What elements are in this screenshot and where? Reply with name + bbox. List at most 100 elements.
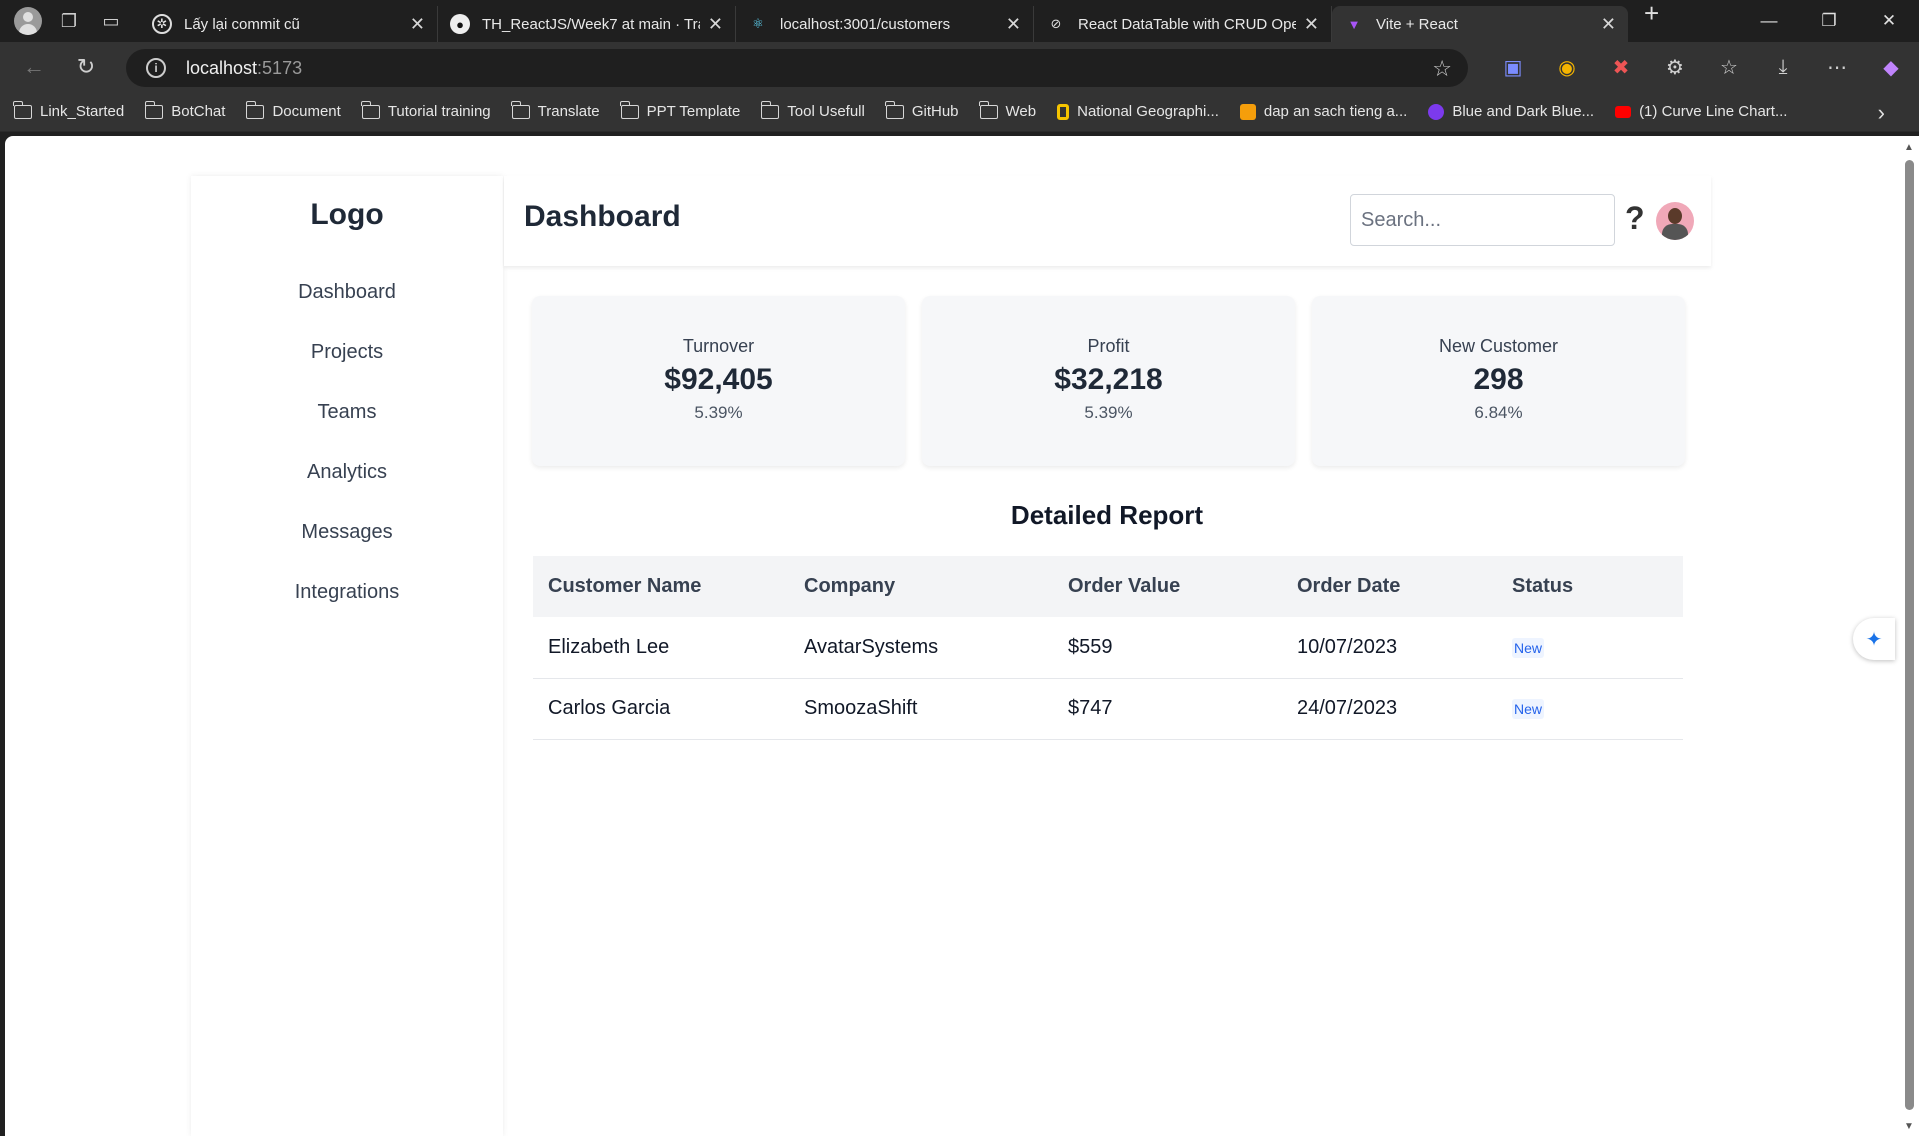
sidebar-item-teams[interactable]: Teams (191, 382, 503, 442)
document-icon (1239, 103, 1256, 120)
page-header: Dashboard ? (504, 176, 1711, 266)
natgeo-icon (1057, 103, 1070, 120)
table-row[interactable]: Elizabeth Lee AvatarSystems $559 10/07/2… (533, 617, 1683, 679)
help-icon[interactable]: ? (1625, 200, 1645, 237)
new-tab-icon[interactable]: + (1644, 0, 1659, 42)
downloads-icon[interactable]: ⤓ (1765, 50, 1801, 84)
bookmark-link[interactable]: (1) Curve Line Chart... (1615, 103, 1787, 120)
tab-title: Lấy lại commit cũ (184, 15, 300, 33)
status-cell: New (1497, 678, 1683, 740)
window-controls: — ❐ ✕ (1739, 0, 1919, 42)
stat-card-profit: Profit $32,218 5.39% (922, 296, 1295, 466)
company-cell: AvatarSystems (789, 617, 1053, 679)
bookmark-label: dap an sach tieng a... (1263, 103, 1408, 120)
browser-tab[interactable]: ⚛ localhost:3001/customers ✕ (736, 6, 1034, 42)
vite-icon: ▼ (1347, 16, 1361, 32)
bookmark-folder[interactable]: Document (245, 100, 341, 120)
bookmark-folder[interactable]: Link_Started (13, 100, 124, 120)
bookmark-label: PPT Template (646, 103, 741, 120)
column-header[interactable]: Order Value (1053, 556, 1282, 617)
copilot-icon[interactable]: ◆ (1873, 50, 1909, 84)
address-bar[interactable]: i localhost:5173 ☆ (126, 49, 1468, 87)
avatar[interactable] (1656, 202, 1694, 240)
profile-icon[interactable] (14, 7, 42, 35)
report-title: Detailed Report (1010, 500, 1204, 530)
folder-icon (620, 100, 639, 119)
sidebar-item-messages[interactable]: Messages (191, 502, 503, 562)
browser-tab[interactable]: ● TH_ReactJS/Week7 at main · Trang ✕ (438, 6, 736, 42)
close-tab-icon[interactable]: ✕ (410, 14, 425, 35)
column-header[interactable]: Status (1497, 556, 1683, 617)
browser-tab[interactable]: ✲ Lấy lại commit cũ ✕ (140, 6, 438, 42)
bookmark-folder[interactable]: Tool Usefull (760, 100, 865, 120)
vertical-tabs-icon[interactable]: ▭ (96, 6, 126, 36)
favorites-icon[interactable]: ☆ (1711, 50, 1747, 84)
bookmark-link[interactable]: Blue and Dark Blue... (1428, 103, 1594, 120)
company-cell: SmoozaShift (789, 678, 1053, 740)
more-options-icon[interactable]: ⋯ (1819, 50, 1855, 84)
bookmark-folder[interactable]: BotChat (144, 100, 226, 120)
sidebar: Logo Dashboard Projects Teams Analytics … (191, 176, 503, 1136)
close-tab-icon[interactable]: ✕ (1304, 14, 1319, 35)
card-percent: 6.84% (1474, 403, 1523, 422)
canva-icon (1428, 103, 1445, 120)
extensions-puzzle-icon[interactable]: ⚙ (1657, 50, 1693, 84)
restore-icon[interactable]: ❐ (1799, 0, 1859, 42)
bookmark-label: GitHub (911, 103, 959, 120)
folder-icon (13, 100, 32, 119)
bookmark-label: Translate (537, 103, 600, 120)
scroll-down-icon[interactable]: ▼ (1904, 1121, 1914, 1132)
bookmarks-bar: Link_Started BotChat Document Tutorial t… (0, 92, 1919, 132)
browser-tab-active[interactable]: ▼ Vite + React ✕ (1332, 6, 1628, 42)
table-row[interactable]: Carlos Garcia SmoozaShift $747 24/07/202… (533, 678, 1683, 740)
close-window-icon[interactable]: ✕ (1859, 0, 1919, 42)
close-tab-icon[interactable]: ✕ (708, 14, 723, 35)
card-value: $92,405 (664, 363, 773, 396)
address-toolbar: ← ↻ i localhost:5173 ☆ ▣ ◉ ✖ ⚙ ☆ ⤓ ⋯ ◆ (0, 42, 1919, 92)
site-info-icon[interactable]: i (146, 58, 166, 78)
status-badge: New (1512, 637, 1545, 658)
sidebar-item-integrations[interactable]: Integrations (191, 562, 503, 622)
folder-icon (760, 100, 780, 119)
customer-name-cell: Elizabeth Lee (533, 617, 789, 679)
close-tab-icon[interactable]: ✕ (1601, 14, 1616, 35)
bookmark-folder[interactable]: GitHub (885, 100, 959, 120)
back-icon[interactable]: ← (16, 49, 52, 85)
reload-icon[interactable]: ↻ (68, 49, 104, 85)
minimize-icon[interactable]: — (1739, 0, 1799, 42)
order-value-cell: $559 (1053, 617, 1282, 679)
bookmark-label: BotChat (171, 103, 226, 120)
status-badge: New (1512, 699, 1545, 719)
column-header[interactable]: Company (789, 556, 1053, 617)
extension-icon[interactable]: ▣ (1495, 50, 1531, 84)
search-input[interactable] (1350, 194, 1615, 246)
chevron-right-icon[interactable]: › (1878, 100, 1885, 126)
bookmark-folder[interactable]: Web (978, 100, 1036, 120)
bookmark-folder[interactable]: Tutorial training (361, 100, 491, 120)
extension-icon[interactable]: ◉ (1549, 50, 1585, 84)
sidebar-item-projects[interactable]: Projects (191, 322, 503, 382)
scroll-up-icon[interactable]: ▲ (1904, 142, 1914, 153)
folder-icon (511, 100, 530, 119)
workspaces-icon[interactable]: ❐ (54, 6, 84, 36)
close-tab-icon[interactable]: ✕ (1006, 14, 1021, 35)
sidebar-item-analytics[interactable]: Analytics (191, 442, 503, 502)
bookmark-link[interactable]: dap an sach tieng a... (1239, 103, 1408, 120)
favorite-star-icon[interactable]: ☆ (1432, 56, 1452, 82)
scrollbar-thumb[interactable] (1905, 160, 1914, 1110)
sidebar-item-dashboard[interactable]: Dashboard (191, 262, 503, 322)
browser-tab[interactable]: ⊘ React DataTable with CRUD Oper ✕ (1034, 6, 1332, 42)
report-table: Customer Name Company Order Value Order … (533, 556, 1683, 740)
bookmark-label: National Geographi... (1077, 103, 1219, 120)
floating-assistant-icon[interactable]: ✦ (1853, 618, 1895, 660)
column-header[interactable]: Order Date (1282, 556, 1497, 617)
column-header[interactable]: Customer Name (533, 556, 789, 617)
card-percent: 5.39% (1084, 403, 1133, 422)
bookmark-link[interactable]: National Geographi... (1057, 103, 1219, 120)
folder-icon (361, 100, 380, 119)
bookmark-folder[interactable]: PPT Template (620, 100, 741, 120)
extension-icon[interactable]: ✖ (1603, 50, 1639, 84)
bookmark-folder[interactable]: Translate (511, 100, 600, 120)
page-scrollbar[interactable]: ▲ ▼ (1900, 136, 1919, 1136)
bookmark-label: (1) Curve Line Chart... (1639, 103, 1788, 120)
